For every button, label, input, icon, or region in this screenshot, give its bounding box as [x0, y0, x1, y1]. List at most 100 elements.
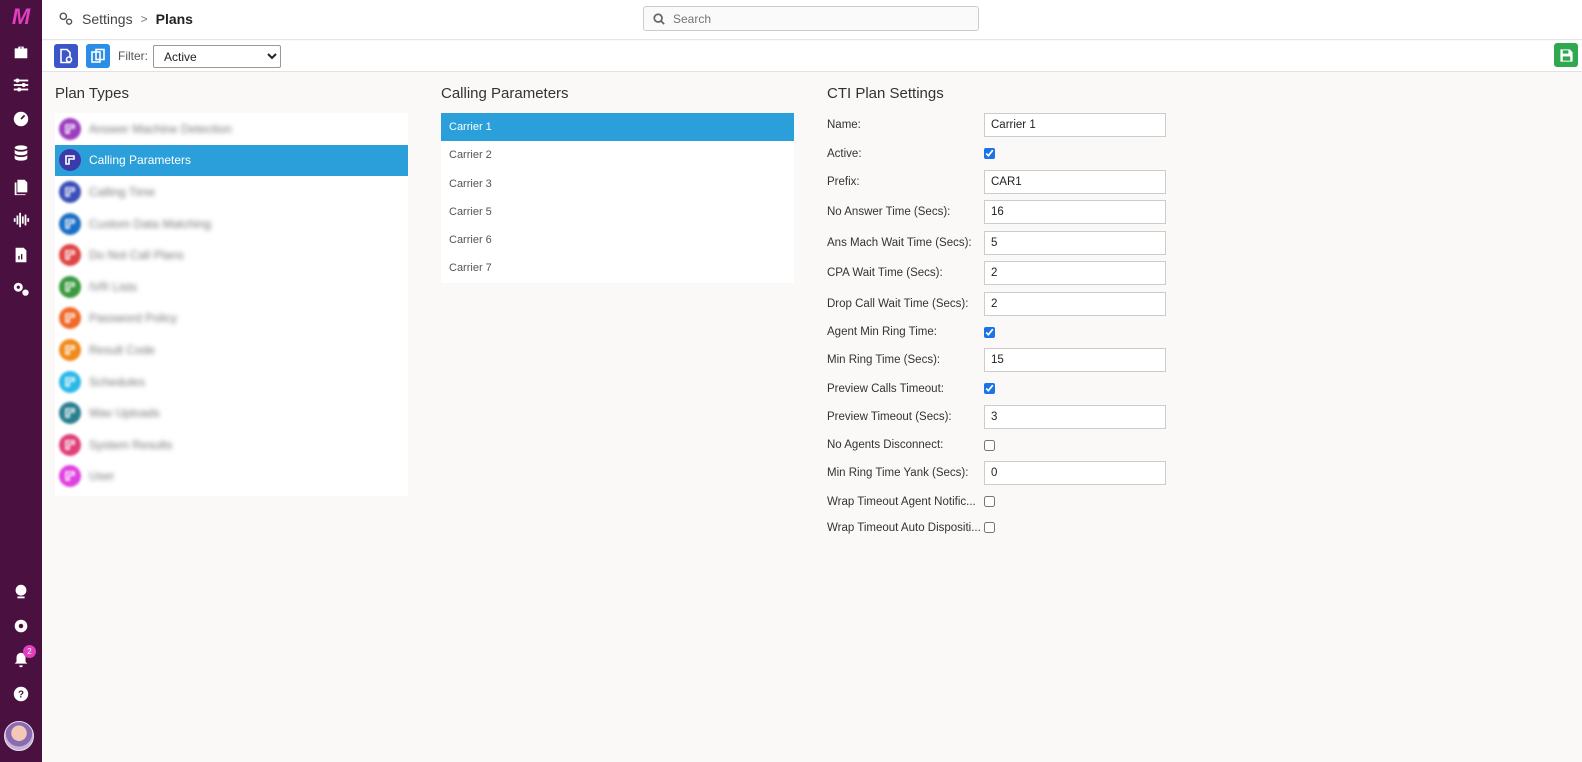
field-row-cpa-wait-time-secs: CPA Wait Time (Secs): [827, 258, 1167, 289]
plan-type-item[interactable]: IVR Lists [55, 271, 408, 303]
copy-plan-button[interactable] [86, 44, 110, 68]
plan-type-label: Custom Data Matching [89, 216, 212, 231]
search-input[interactable] [673, 11, 963, 26]
no-answer-time-secs-input[interactable] [984, 200, 1166, 225]
plan-type-item[interactable]: Password Policy [55, 303, 408, 335]
plan-type-label: System Results [89, 437, 173, 452]
carrier-item-carrier-6[interactable]: Carrier 6 [441, 226, 794, 254]
field-label: Ans Mach Wait Time (Secs): [827, 236, 972, 249]
agent-min-ring-time-checkbox[interactable] [984, 326, 995, 338]
plan-type-label: Schedules [89, 374, 146, 389]
min-ring-time-secs-input[interactable] [984, 348, 1166, 373]
plan-type-label: Do Not Call Plans [89, 248, 184, 263]
cti-settings-form: Name: Active: Prefix: No Answer Time (Secs)… [827, 110, 1167, 541]
sliders-icon[interactable] [8, 72, 34, 98]
calling-parameters-title: Calling Parameters [441, 85, 569, 102]
field-row-preview-calls-timeout: Preview Calls Timeout: [827, 376, 1167, 402]
field-row-wrap-timeout-auto-dispositi: Wrap Timeout Auto Dispositi... [827, 515, 1167, 541]
wrap-timeout-agent-notific-checkbox[interactable] [984, 496, 995, 507]
search-box[interactable] [643, 6, 979, 31]
database-icon[interactable] [8, 140, 34, 166]
plan-type-icon [59, 338, 81, 361]
drop-call-wait-time-secs-input[interactable] [984, 291, 1166, 316]
plan-type-item[interactable]: Calling Time [55, 176, 408, 208]
plan-type-icon [59, 402, 81, 425]
settings-gears-icon [59, 12, 73, 25]
plan-type-label: Calling Time [89, 184, 156, 199]
plan-type-label: Wav Uploads [89, 406, 160, 421]
audio-wave-icon[interactable] [8, 207, 34, 233]
carrier-item-carrier-1[interactable]: Carrier 1 [441, 113, 794, 142]
filter-select[interactable]: Active [153, 45, 281, 68]
plan-type-icon [59, 180, 81, 203]
new-plan-button[interactable] [54, 44, 78, 68]
field-row-no-answer-time-secs: No Answer Time (Secs): [827, 197, 1167, 228]
breadcrumb-separator: > [140, 12, 148, 26]
documents-icon[interactable] [8, 174, 34, 200]
prefix-input[interactable] [984, 169, 1166, 194]
carrier-item-carrier-7[interactable]: Carrier 7 [441, 254, 794, 282]
breadcrumb: Settings > Plans [58, 11, 193, 27]
no-agents-disconnect-checkbox[interactable] [984, 439, 995, 451]
field-row-wrap-timeout-agent-notific: Wrap Timeout Agent Notific... [827, 489, 1167, 515]
carrier-item-carrier-5[interactable]: Carrier 5 [441, 198, 794, 226]
plan-type-icon [59, 465, 81, 488]
plan-type-item[interactable]: Do Not Call Plans [55, 239, 408, 271]
field-label: No Answer Time (Secs): [827, 206, 951, 219]
dashboard-gauge-icon[interactable] [8, 106, 34, 132]
field-row-min-ring-time-yank-secs: Min Ring Time Yank (Secs): [827, 458, 1167, 489]
field-label: Agent Min Ring Time: [827, 326, 937, 338]
plan-types-title: Plan Types [55, 85, 129, 102]
save-floppy-icon [1559, 48, 1573, 62]
plan-type-item[interactable]: Wav Uploads [55, 397, 408, 429]
plan-type-item[interactable]: Custom Data Matching [55, 208, 408, 240]
field-label: Wrap Timeout Agent Notific... [827, 495, 976, 508]
field-label: No Agents Disconnect: [827, 439, 944, 451]
carrier-item-carrier-3[interactable]: Carrier 3 [441, 170, 794, 198]
plan-type-item[interactable]: Answer Machine Detection [55, 113, 408, 145]
plan-type-item[interactable]: User [55, 461, 408, 493]
field-row-min-ring-time-secs: Min Ring Time (Secs): [827, 345, 1167, 376]
toolbar: Filter: Active [42, 41, 1582, 72]
field-row-drop-call-wait-time-secs: Drop Call Wait Time (Secs): [827, 289, 1167, 320]
min-ring-time-yank-secs-input[interactable] [984, 461, 1166, 486]
top-header: Settings > Plans [42, 0, 1582, 40]
plan-type-icon [59, 244, 81, 267]
wrap-timeout-auto-dispositi-checkbox[interactable] [984, 522, 995, 533]
app-logo[interactable]: M [6, 6, 36, 28]
preview-calls-timeout-checkbox[interactable] [984, 383, 995, 394]
field-label: Min Ring Time (Secs): [827, 354, 941, 367]
plan-type-label: IVR Lists [89, 279, 138, 294]
active-checkbox[interactable] [984, 148, 995, 159]
settings-gears-icon[interactable] [8, 276, 34, 302]
name-input[interactable] [984, 113, 1166, 138]
field-row-no-agents-disconnect: No Agents Disconnect: [827, 432, 1167, 458]
breadcrumb-settings[interactable]: Settings [82, 11, 133, 27]
help-icon[interactable]: ? [8, 681, 34, 707]
globe-support-icon[interactable] [8, 579, 34, 605]
save-button[interactable] [1554, 43, 1578, 67]
field-label: CPA Wait Time (Secs): [827, 267, 943, 280]
plan-type-item[interactable]: Schedules [55, 366, 408, 398]
plan-type-label: Password Policy [89, 311, 178, 326]
plan-type-item[interactable]: Result Code [55, 334, 408, 366]
briefcase-icon[interactable] [8, 39, 34, 65]
report-icon[interactable] [8, 242, 34, 268]
field-row-name: Name: [827, 110, 1167, 141]
plan-type-item[interactable]: Calling Parameters [55, 144, 408, 177]
gear-icon[interactable] [8, 613, 34, 639]
user-avatar[interactable] [4, 721, 34, 751]
plan-type-label: Calling Parameters [89, 153, 192, 168]
field-label: Name: [827, 119, 861, 132]
plan-type-icon [59, 275, 81, 298]
cpa-wait-time-secs-input[interactable] [984, 261, 1166, 286]
ans-mach-wait-time-secs-input[interactable] [984, 230, 1166, 255]
carrier-item-carrier-2[interactable]: Carrier 2 [441, 141, 794, 169]
plan-type-item[interactable]: System Results [55, 429, 408, 461]
copy-icon [91, 48, 105, 63]
preview-timeout-secs-input[interactable] [984, 404, 1166, 429]
bell-icon[interactable]: 2 [8, 645, 36, 673]
plan-type-icon [59, 117, 81, 140]
plan-type-label: Result Code [89, 342, 156, 357]
field-label: Wrap Timeout Auto Dispositi... [827, 521, 981, 534]
